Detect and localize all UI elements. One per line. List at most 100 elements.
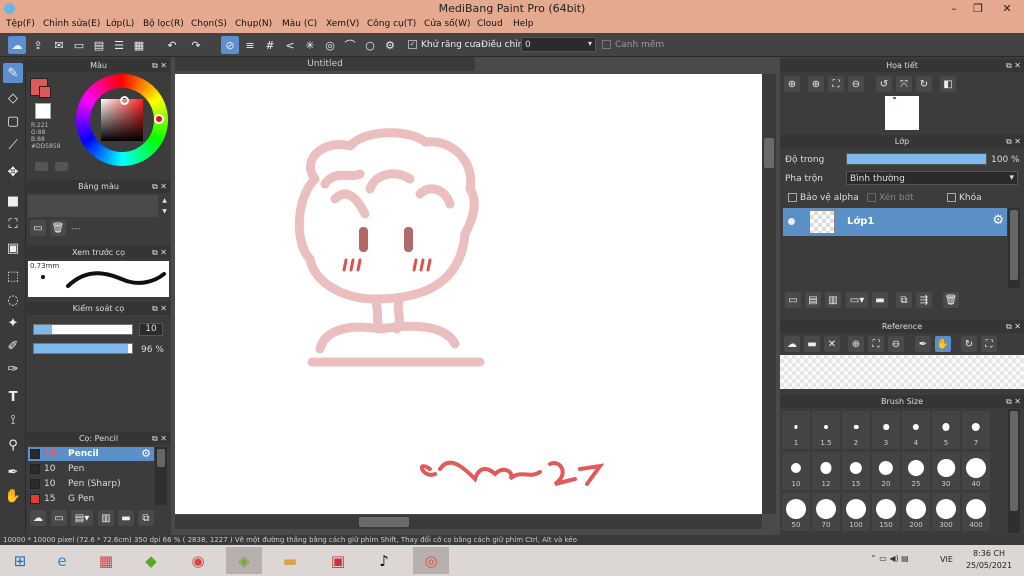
panel-close-icon[interactable]: ⧉ ✕ [152, 59, 167, 72]
menu-window[interactable]: Cửa số(W) [424, 19, 470, 29]
chrome-icon[interactable]: ◉ [180, 547, 216, 574]
panel-close-icon[interactable]: ⧉ ✕ [152, 180, 167, 193]
brush-size-cell[interactable]: 4 [902, 411, 931, 450]
brush-settings-icon[interactable]: ▥ [98, 510, 114, 526]
reference-zoom-in-icon[interactable]: ⊕ [848, 336, 864, 352]
menu-filter[interactable]: Bộ lọc(R) [143, 19, 184, 29]
brush-size-cell[interactable]: 50 [782, 493, 811, 532]
page-icon[interactable]: ▭ [70, 36, 88, 54]
new-layer-3-icon[interactable]: ▥ [825, 292, 841, 308]
zoom-out-icon[interactable]: ⊖ [848, 76, 864, 92]
rotate-right-icon[interactable]: ↻ [916, 76, 932, 92]
new-layer-icon[interactable]: ▭ [785, 292, 801, 308]
flip-icon[interactable]: ◧ [940, 76, 956, 92]
snap-cross-icon[interactable]: # [261, 36, 279, 54]
sv-picker-handle[interactable] [120, 96, 129, 105]
reference-open-icon[interactable]: ▬ [804, 336, 820, 352]
duplicate-layer-icon[interactable]: ⧉ [896, 292, 912, 308]
brush-list-item[interactable]: 10 Pencil ⚙ [28, 447, 154, 461]
reference-flip-icon[interactable]: ⛶ [981, 336, 997, 352]
reference-zoom-out-icon[interactable]: ⊖ [888, 336, 904, 352]
brush-size-cell[interactable]: 30 [932, 452, 961, 491]
new-layer-2-icon[interactable]: ▤ [805, 292, 821, 308]
new-brush-icon[interactable]: ▭ [51, 510, 67, 526]
navigator-thumbnail[interactable] [885, 96, 919, 130]
comment-icon[interactable]: ✉ [50, 36, 68, 54]
brush-tool-icon[interactable]: ✎ [3, 63, 23, 83]
snap-ellipse-icon[interactable]: ○ [361, 36, 379, 54]
eraser-tool-icon[interactable]: ◇ [3, 88, 23, 108]
dot-tool-icon[interactable]: ⟋ [3, 135, 23, 155]
brush-size-cell[interactable]: 2 [842, 411, 871, 450]
reset-rotate-icon[interactable]: ⤧ [896, 76, 912, 92]
undo-icon[interactable]: ↶ [163, 36, 181, 54]
brush-size-cell[interactable]: 400 [962, 493, 991, 532]
fill-rect-tool-icon[interactable]: ■ [3, 191, 23, 211]
brush-list-item[interactable]: 10 Pen [28, 462, 154, 476]
duplicate-brush-icon[interactable]: ⧉ [138, 510, 154, 526]
file-explorer-icon[interactable]: ▬ [272, 547, 308, 574]
brush-size-cell[interactable]: 70 [812, 493, 841, 532]
brush-list-item[interactable]: 15 G Pen [28, 492, 154, 506]
drawing-canvas[interactable] [175, 74, 762, 514]
menu-file[interactable]: Tệp(F) [6, 19, 35, 29]
zoom-in-icon[interactable]: ⊕ [784, 76, 800, 92]
brush-size-cell[interactable]: 1.5 [812, 411, 841, 450]
palette-area[interactable] [28, 195, 158, 217]
menu-select[interactable]: Chọn(S) [191, 19, 227, 29]
panel-close-icon[interactable]: ⧉ ✕ [1006, 320, 1021, 333]
hand-tool-icon[interactable]: ✋ [3, 486, 23, 506]
reference-close-icon[interactable]: ✕ [824, 336, 840, 352]
brush-size-cell[interactable]: 150 [872, 493, 901, 532]
brush-size-cell[interactable]: 12 [812, 452, 841, 491]
move-tool-icon[interactable]: ✥ [3, 162, 23, 182]
reference-eyedropper-icon[interactable]: ✒ [915, 336, 931, 352]
fit-icon[interactable]: ⛶ [828, 76, 844, 92]
canvas-vscroll[interactable] [762, 74, 776, 514]
medibang-taskbar-icon[interactable]: ◎ [413, 547, 449, 574]
gear-icon[interactable]: ⚙ [992, 213, 1004, 228]
eye-icon[interactable] [788, 218, 795, 225]
layer-opacity-slider[interactable] [846, 153, 987, 165]
brush-size-slider[interactable] [33, 324, 133, 335]
windows-start-icon[interactable]: ⊞ [2, 547, 38, 574]
brush-size-cell[interactable]: 200 [902, 493, 931, 532]
brush-size-cell[interactable]: 10 [782, 452, 811, 491]
clock-date[interactable]: 25/05/2021 [961, 561, 1017, 570]
zoom-in-2-icon[interactable]: ⊕ [808, 76, 824, 92]
gear-icon[interactable]: ⚙ [141, 447, 151, 460]
delete-layer-icon[interactable]: 🗑 [943, 292, 959, 308]
lasso-tool-icon[interactable]: ◌ [3, 290, 23, 310]
grid-icon[interactable]: ▦ [130, 36, 148, 54]
language-indicator[interactable]: VIE [940, 555, 953, 564]
brush-folder-icon[interactable]: ▬ [118, 510, 134, 526]
snap-radial-icon[interactable]: ✳ [301, 36, 319, 54]
snap-circle-icon[interactable]: ◎ [321, 36, 339, 54]
folder-icon[interactable]: ▬ [872, 292, 888, 308]
snap-curve-icon[interactable]: ⌒ [341, 36, 359, 54]
gradient-tool-icon[interactable]: ▣ [3, 238, 23, 258]
brush-list-scrollbar[interactable] [155, 447, 167, 505]
add-color-button[interactable] [35, 162, 48, 171]
menu-color[interactable]: Màu (C) [282, 19, 317, 29]
merge-layer-icon[interactable]: ⇶ [916, 292, 932, 308]
panel-close-icon[interactable]: ⧉ ✕ [1006, 59, 1021, 72]
brush-list-item[interactable]: 10 Pen (Sharp) [28, 477, 154, 491]
snap-vanish-icon[interactable]: < [281, 36, 299, 54]
cloud-icon[interactable]: ☁ [8, 36, 26, 54]
lock-checkbox[interactable] [947, 193, 956, 202]
snap-parallel-icon[interactable]: ≡ [241, 36, 259, 54]
new-palette-icon[interactable]: ▭ [30, 220, 46, 236]
menu-view[interactable]: Xem(V) [326, 19, 359, 29]
adjust-select[interactable]: 0 ▾ [521, 37, 596, 52]
document-icon[interactable]: ▤ [90, 36, 108, 54]
antialias-checkbox[interactable]: ✓ [408, 40, 417, 49]
panel-close-icon[interactable]: ⧉ ✕ [152, 246, 167, 259]
brush-size-cell[interactable]: 1 [782, 411, 811, 450]
brush-size-cell[interactable]: 300 [932, 493, 961, 532]
brush-size-cell[interactable]: 25 [902, 452, 931, 491]
bluestacks-icon[interactable]: ◆ [133, 547, 169, 574]
menu-capture[interactable]: Chụp(N) [235, 19, 272, 29]
select-tool-icon[interactable]: ⬚ [3, 266, 23, 286]
canvas-hscroll[interactable] [175, 515, 762, 529]
